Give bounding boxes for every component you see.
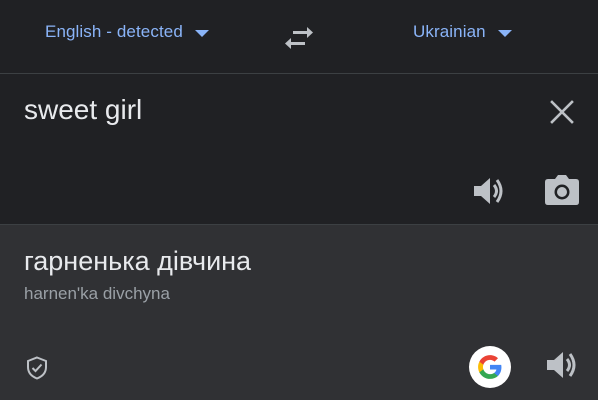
google-g-logo-icon	[478, 355, 502, 379]
camera-icon[interactable]	[543, 174, 581, 208]
google-lens-button[interactable]	[469, 346, 511, 388]
close-icon[interactable]	[548, 98, 576, 126]
speaker-icon[interactable]	[544, 348, 578, 382]
target-language-selector[interactable]: Ukrainian	[413, 20, 512, 44]
shield-check-icon[interactable]	[26, 356, 48, 380]
target-language-label: Ukrainian	[413, 22, 486, 41]
speaker-icon[interactable]	[471, 174, 505, 208]
source-language-selector[interactable]: English - detected	[45, 20, 209, 44]
swap-arrows-icon[interactable]	[284, 24, 314, 52]
source-language-label: English - detected	[45, 22, 183, 41]
chevron-down-icon	[497, 29, 512, 37]
translation-text: гарненька дівчина	[24, 246, 252, 276]
chevron-down-icon	[194, 29, 209, 37]
language-bar: English - detected Ukrainian	[0, 0, 598, 74]
source-text-input[interactable]: sweet girl	[24, 94, 142, 126]
transliteration-text: harnenʹka divchyna	[24, 284, 170, 303]
